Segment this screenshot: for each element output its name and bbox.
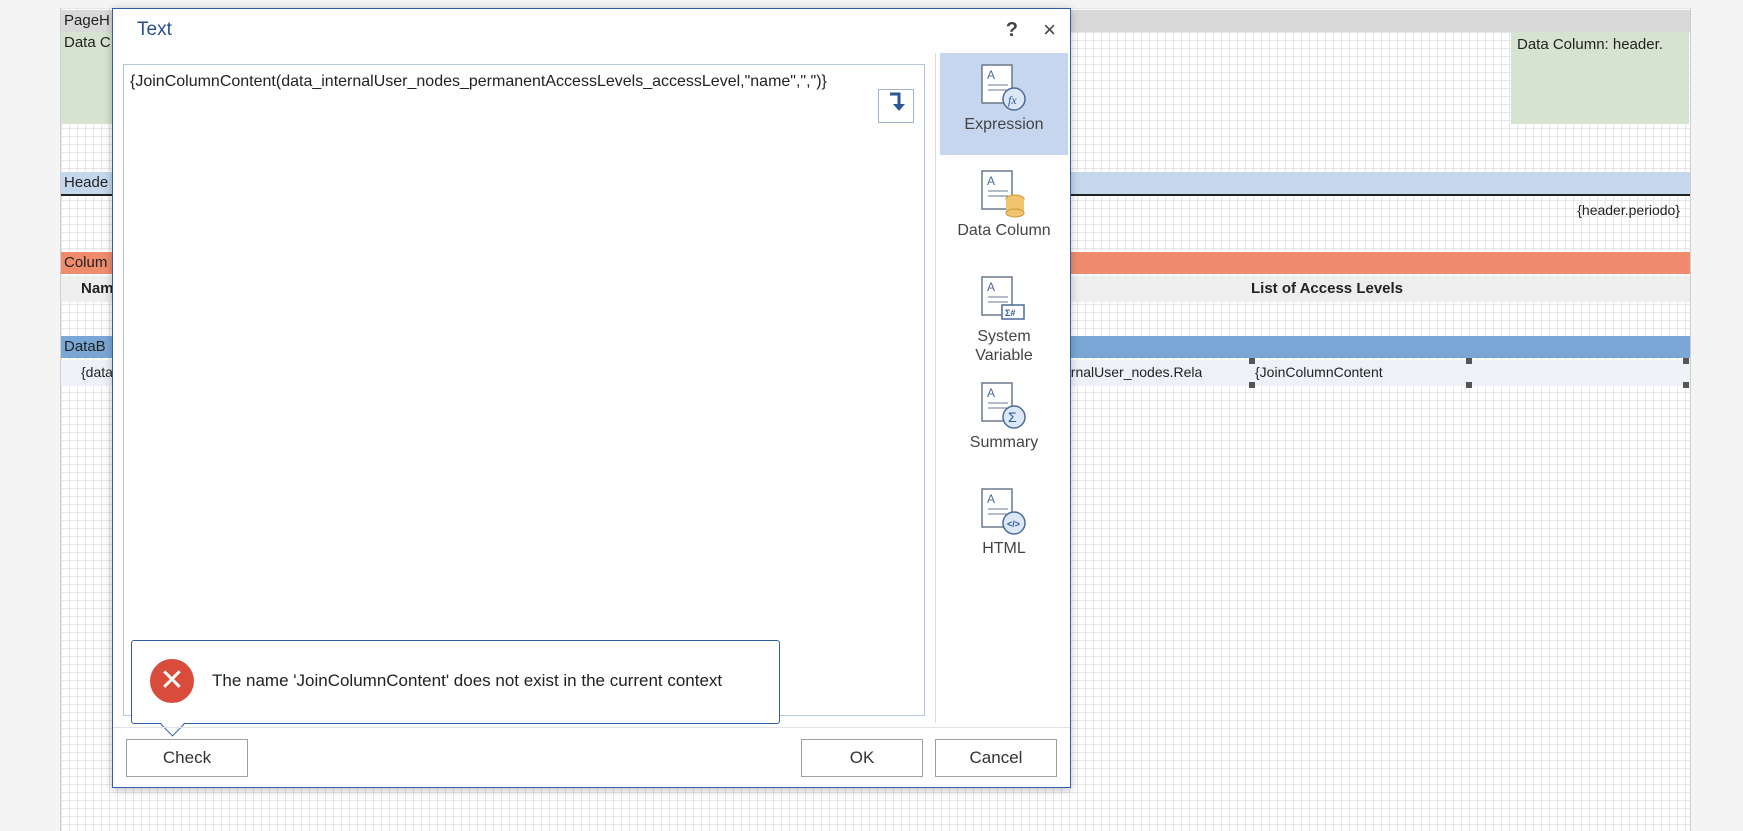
- sidebar-item-data-column[interactable]: A Data Column: [940, 159, 1068, 261]
- header-band-label: Heade: [64, 174, 109, 191]
- sidebar-item-expression[interactable]: A fx Expression: [940, 53, 1068, 155]
- selection-handle[interactable]: [1249, 382, 1255, 388]
- error-tooltip: ✕ The name 'JoinColumnContent' does not …: [131, 640, 780, 724]
- list-of-access-levels-header[interactable]: List of Access Levels: [1251, 280, 1403, 297]
- ok-button[interactable]: OK: [801, 739, 923, 777]
- selection-handle[interactable]: [1683, 358, 1689, 364]
- cancel-button[interactable]: Cancel: [935, 739, 1057, 777]
- insert-icon[interactable]: [878, 89, 914, 123]
- sidebar-item-html[interactable]: A </> HTML: [940, 477, 1068, 579]
- name-column-header[interactable]: Nam: [81, 280, 114, 297]
- text-editor-dialog: Text ? × {JoinColumnContent(data_interna…: [112, 8, 1071, 788]
- footer-divider: [113, 727, 1070, 728]
- sidebar-item-summary[interactable]: A Σ Summary: [940, 371, 1068, 473]
- data-cell-middle[interactable]: ernalUser_nodes.Rela: [1063, 364, 1202, 380]
- help-icon[interactable]: ?: [1006, 19, 1018, 42]
- selection-handle[interactable]: [1466, 382, 1472, 388]
- selection-handle[interactable]: [1249, 358, 1255, 364]
- check-button[interactable]: Check: [126, 739, 248, 777]
- sidebar-label: Summary: [969, 434, 1039, 451]
- svg-text:A: A: [987, 280, 995, 294]
- svg-text:</>: </>: [1007, 519, 1020, 529]
- svg-text:A: A: [987, 174, 995, 188]
- sidebar-label: Expression: [964, 116, 1044, 133]
- sidebar-label: Data Column: [957, 222, 1051, 239]
- data-column-left-block[interactable]: Data C: [61, 32, 113, 124]
- data-cell-join-content[interactable]: {JoinColumnContent: [1255, 364, 1383, 380]
- header-period-field[interactable]: {header.periodo}: [1577, 202, 1680, 218]
- data-column-right-block[interactable]: Data Column: header.: [1511, 32, 1689, 124]
- dialog-title: Text: [137, 19, 172, 40]
- data-column-left-label: Data C: [64, 34, 111, 51]
- sidebar-label: HTML: [982, 540, 1026, 557]
- system-variable-icon: A Σ#: [981, 276, 1025, 320]
- summary-icon: A Σ: [981, 382, 1026, 429]
- sidebar-item-system-variable[interactable]: A Σ# System Variable: [940, 265, 1068, 367]
- column-header-label: Colum: [64, 254, 108, 271]
- expression-icon: A fx: [981, 64, 1026, 111]
- selection-handle[interactable]: [1466, 358, 1472, 364]
- expression-text[interactable]: {JoinColumnContent(data_internalUser_nod…: [130, 73, 827, 91]
- svg-text:Σ#: Σ#: [1005, 308, 1015, 318]
- svg-text:A: A: [987, 68, 995, 82]
- data-column-right-label: Data Column: header.: [1517, 36, 1663, 53]
- data-band-label: DataB: [64, 338, 106, 355]
- error-message: The name 'JoinColumnContent' does not ex…: [212, 671, 723, 690]
- expression-editor[interactable]: {JoinColumnContent(data_internalUser_nod…: [123, 64, 925, 716]
- selection-handle[interactable]: [1683, 382, 1689, 388]
- data-cell-left[interactable]: {data: [81, 364, 113, 380]
- close-icon[interactable]: ×: [1043, 17, 1056, 43]
- html-icon: A </>: [981, 488, 1026, 535]
- page-header-label: PageH: [64, 12, 110, 29]
- svg-text:A: A: [987, 386, 995, 400]
- sidebar-label: System Variable: [975, 328, 1033, 364]
- insert-type-sidebar: A fx Expression A Data Column A Σ# Syste…: [935, 53, 1069, 723]
- svg-text:fx: fx: [1008, 93, 1017, 107]
- data-column-icon: A: [981, 170, 1025, 218]
- svg-text:Σ: Σ: [1008, 409, 1017, 425]
- error-icon: ✕: [150, 659, 194, 703]
- svg-text:A: A: [987, 492, 995, 506]
